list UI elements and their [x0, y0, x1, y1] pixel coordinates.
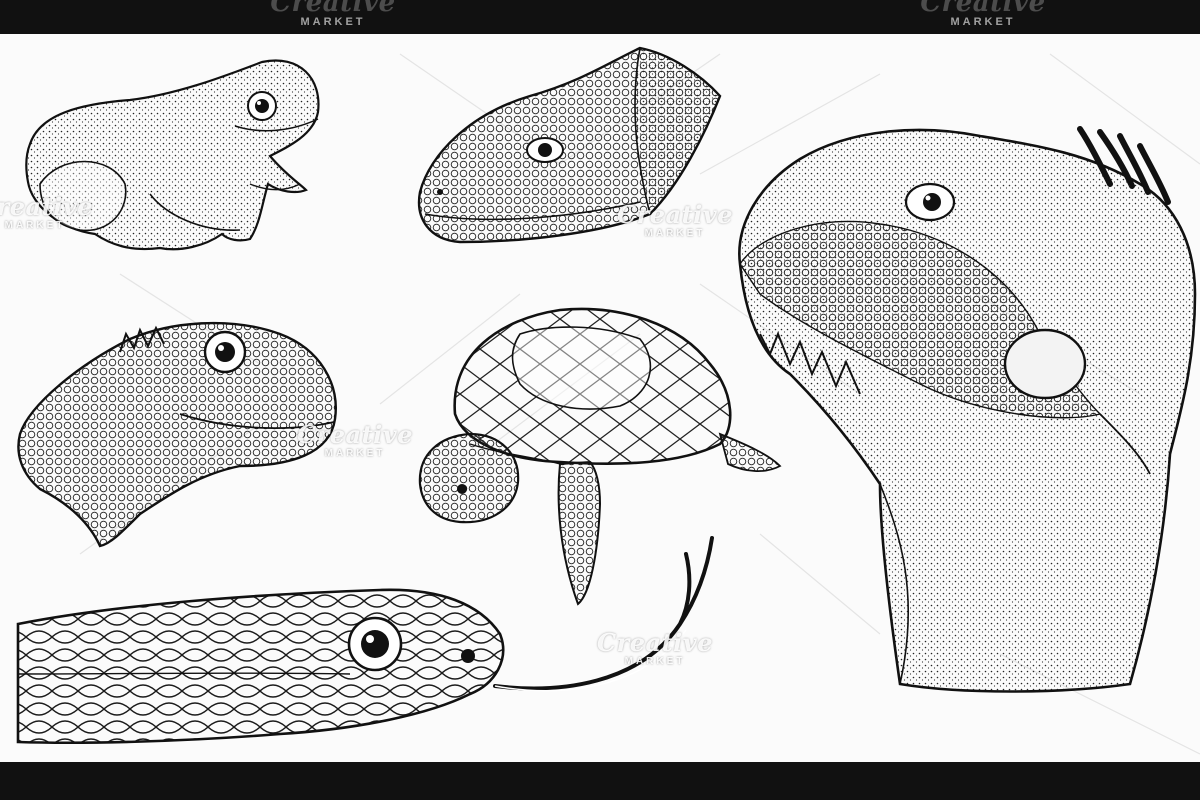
watermark-top-left: Creative MARKET: [268, 0, 398, 28]
top-dark-bar: Creative MARKET Creative MARKET: [0, 0, 1200, 34]
bottom-dark-bar: [0, 762, 1200, 800]
watermark-logo: Creative: [920, 0, 1046, 18]
preview-frame: Creative MARKET Creative MARKET eative M…: [0, 0, 1200, 800]
iguana-head-illustration: [738, 126, 1197, 693]
frog-illustration: [25, 59, 320, 251]
agama-head-illustration: [17, 321, 337, 548]
reptile-illustrations: [16, 46, 1200, 755]
watermark-sub: MARKET: [950, 16, 1016, 28]
watermark-sub: MARKET: [300, 16, 366, 28]
lizard-head-illustration: [417, 46, 722, 244]
illustration-sheet: Creative MARKET Creative MARKET Creative…: [0, 34, 1200, 762]
snake-head-illustration: [16, 536, 714, 745]
watermark-logo: Creative: [270, 0, 396, 18]
tortoise-illustration: [418, 307, 782, 606]
watermark-top-right: Creative MARKET: [918, 0, 1048, 28]
